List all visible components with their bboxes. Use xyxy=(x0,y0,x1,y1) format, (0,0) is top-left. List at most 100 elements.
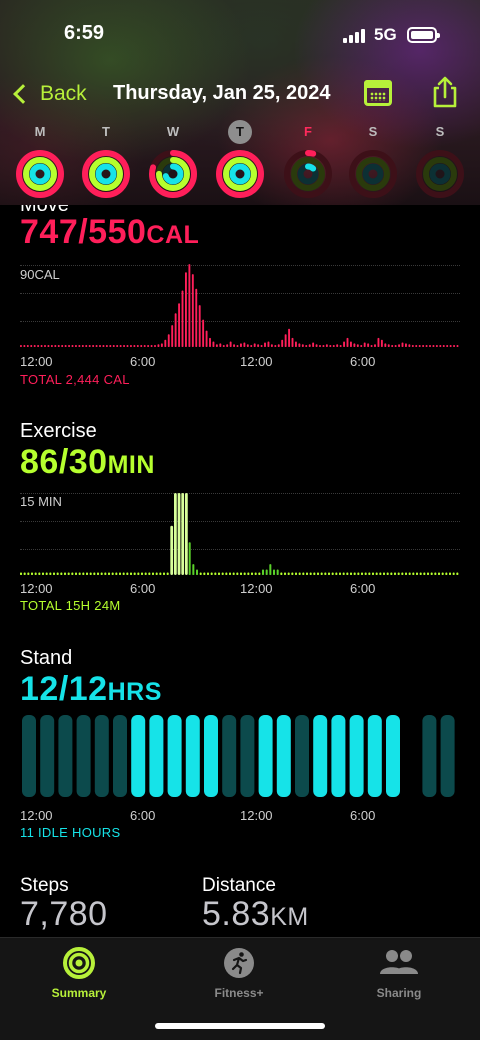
tab-sharing[interactable]: Sharing xyxy=(329,946,469,1000)
exercise-unit: MIN xyxy=(107,451,155,479)
move-total: TOTAL 2,444 CAL xyxy=(20,372,130,387)
chart-bar xyxy=(154,345,156,347)
chart-bar xyxy=(416,572,419,575)
stand-hour-bar xyxy=(222,715,237,797)
week-day[interactable]: S xyxy=(410,120,470,199)
chart-bar xyxy=(133,345,136,347)
chart-bar xyxy=(368,572,371,575)
chart-bar xyxy=(109,345,112,347)
week-day[interactable]: M xyxy=(10,120,70,199)
share-button[interactable] xyxy=(430,76,460,108)
chart-bar xyxy=(236,572,239,575)
chart-bar xyxy=(250,345,253,347)
chart-bar xyxy=(387,344,390,347)
activity-content: Move 747/550CAL 90CAL 12:00 6:00 12:00 6… xyxy=(0,205,480,937)
chart-bar xyxy=(20,572,23,575)
chart-bar xyxy=(170,525,174,575)
chart-bar xyxy=(329,345,332,347)
chart-bar xyxy=(229,341,232,347)
chart-bar xyxy=(435,345,438,347)
steps-label: Steps xyxy=(20,875,69,896)
tab-summary[interactable]: Summary xyxy=(9,946,149,1000)
chart-bar xyxy=(143,345,146,347)
chart-bar xyxy=(122,572,125,575)
chart-bar xyxy=(85,345,88,347)
week-strip: MTWTFSS xyxy=(0,120,480,205)
week-day[interactable]: T xyxy=(76,120,136,199)
chart-bar xyxy=(42,572,45,575)
chart-bar xyxy=(243,342,246,347)
chart-bar xyxy=(166,572,169,575)
tab-fitness-plus[interactable]: Fitness+ xyxy=(169,946,309,1000)
chart-bar xyxy=(181,493,185,575)
chart-bar xyxy=(343,341,346,347)
chart-bar xyxy=(335,572,338,575)
week-day[interactable]: W xyxy=(143,120,203,199)
chart-bar xyxy=(133,572,136,575)
stand-hour-bar xyxy=(94,715,109,797)
chart-bar xyxy=(291,337,294,347)
stand-hour-bar xyxy=(313,715,328,797)
stand-value: 12/12HRS xyxy=(20,670,162,708)
chart-bar xyxy=(130,345,132,347)
chart-bar xyxy=(56,572,59,575)
chart-bar xyxy=(302,572,305,575)
week-day[interactable]: F xyxy=(278,120,338,199)
chart-bar xyxy=(353,343,356,347)
chart-bar xyxy=(202,319,205,347)
chart-bar xyxy=(212,341,215,347)
chart-bar xyxy=(438,572,441,575)
chart-bar xyxy=(418,345,421,347)
chart-bar xyxy=(130,572,133,575)
chart-bar xyxy=(434,572,437,575)
chart-bar xyxy=(164,339,167,347)
stand-hour-bar xyxy=(276,715,291,797)
chart-bar xyxy=(287,572,290,575)
chart-bar xyxy=(408,344,411,347)
chart-bar xyxy=(71,345,74,347)
day-letter: S xyxy=(368,124,378,139)
chart-bar xyxy=(322,345,325,347)
header: 6:59 5G Back Thursday, Jan 25, 2024 M T W T… xyxy=(0,0,480,205)
chart-bar xyxy=(199,572,202,575)
week-day[interactable]: T xyxy=(210,120,270,199)
move-tick-3: 12:00 xyxy=(240,354,273,369)
chevron-left-icon xyxy=(13,84,33,104)
chart-bar xyxy=(408,572,411,575)
chart-bar xyxy=(148,572,151,575)
chart-bar xyxy=(377,337,380,347)
chart-bar xyxy=(364,572,367,575)
back-label: Back xyxy=(40,82,87,105)
activity-rings-icon xyxy=(283,149,333,199)
calendar-button[interactable] xyxy=(364,80,392,106)
chart-bar xyxy=(380,339,383,347)
week-day[interactable]: S xyxy=(343,120,403,199)
chart-bar xyxy=(209,337,211,347)
distance-value: 5.83KM xyxy=(202,895,309,933)
chart-bar xyxy=(218,572,221,575)
chart-bar xyxy=(93,572,96,575)
back-button[interactable]: Back xyxy=(10,80,87,108)
chart-bar xyxy=(325,344,328,347)
chart-bar xyxy=(401,342,404,347)
stand-hour-bar xyxy=(386,715,400,797)
stand-hour-bar xyxy=(113,715,127,797)
chart-bar xyxy=(452,572,455,575)
chart-bar xyxy=(254,572,257,575)
stand-hour-bar xyxy=(367,715,382,797)
home-indicator xyxy=(155,1023,325,1029)
runner-icon xyxy=(222,946,256,980)
chart-bar xyxy=(205,330,208,347)
chart-bar xyxy=(225,572,228,575)
chart-bar xyxy=(386,572,389,575)
chart-bar xyxy=(144,572,147,575)
chart-bar xyxy=(181,290,184,347)
chart-bar xyxy=(60,572,63,575)
chart-bar xyxy=(412,572,415,575)
share-icon xyxy=(433,76,457,108)
ring-progress xyxy=(95,163,117,185)
ring-track xyxy=(362,163,384,185)
battery-icon xyxy=(407,27,440,43)
chart-bar xyxy=(375,572,378,575)
stand-total: 11 IDLE HOURS xyxy=(20,825,121,840)
